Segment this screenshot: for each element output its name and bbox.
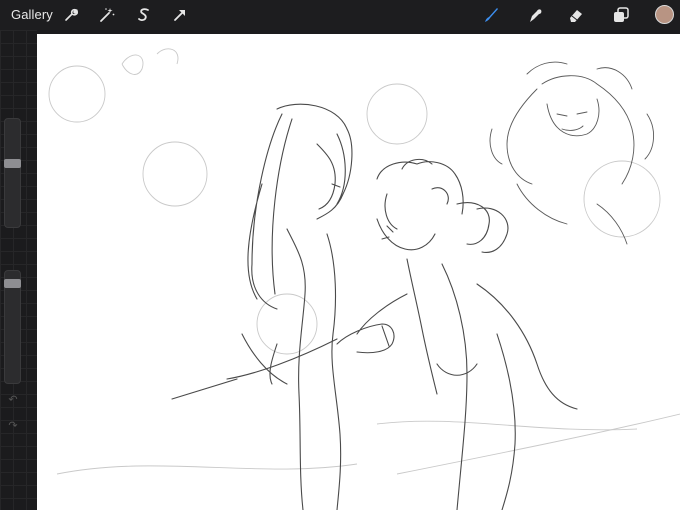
selection-s-icon[interactable] [135,6,153,24]
left-sidebar: ↶ ↷ [0,30,37,510]
sketch-drawing [48,48,680,510]
opacity-slider[interactable] [4,270,21,384]
right-figure-fist [336,293,408,354]
sketch-circle [48,65,106,123]
redo-arrow-icon[interactable]: ↷ [6,420,20,432]
layers-icon[interactable] [612,6,630,24]
brush-icon[interactable] [482,6,500,24]
right-figure-body [406,258,516,510]
smudge-icon[interactable] [526,6,544,24]
curly-face-sketch [489,61,654,185]
sketch-circle [583,160,661,238]
gallery-button[interactable]: Gallery [11,7,53,22]
opacity-knob[interactable] [4,279,21,288]
arrow-cursor-icon[interactable] [171,6,189,24]
wrench-icon[interactable] [62,6,80,24]
undo-arrow-icon[interactable]: ↶ [6,394,20,406]
left-figure-hair [247,103,353,310]
sketch-circle [142,141,208,207]
drawing-canvas[interactable] [37,34,680,510]
magic-wand-icon[interactable] [98,6,116,24]
sketch-circle [366,83,428,145]
top-toolbar: Gallery [0,0,680,30]
brush-size-knob[interactable] [4,159,21,168]
right-figure-hair [376,158,509,253]
eraser-icon[interactable] [567,6,585,24]
brush-size-slider[interactable] [4,118,21,228]
color-swatch[interactable] [655,5,674,24]
